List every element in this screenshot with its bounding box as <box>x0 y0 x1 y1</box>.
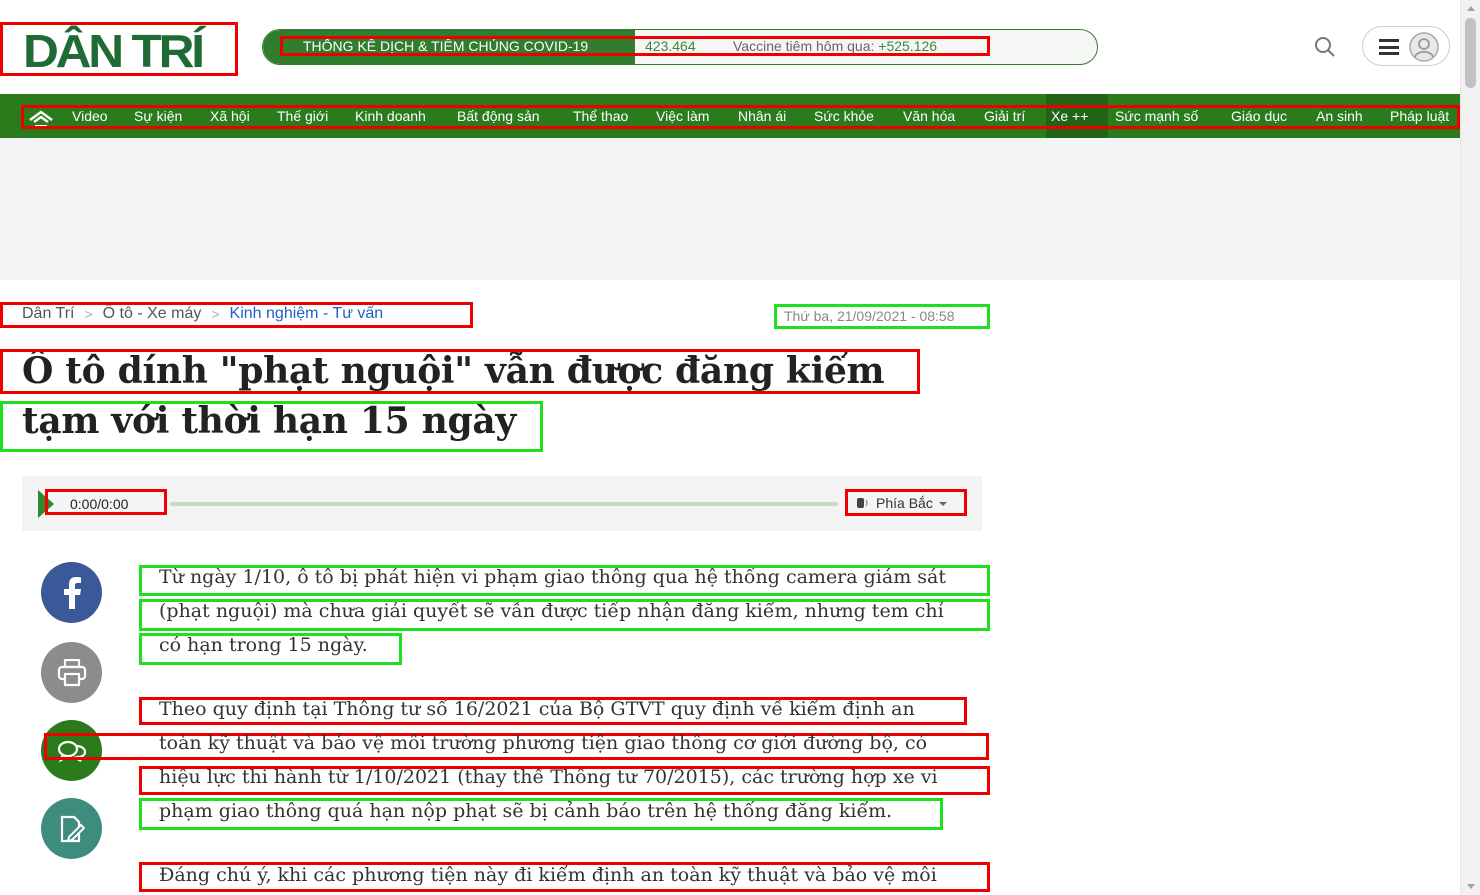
printer-icon <box>57 658 86 686</box>
breadcrumb-highlight-box <box>0 302 473 328</box>
ad-banner-area <box>0 138 1460 280</box>
scroll-up-arrow[interactable] <box>1467 6 1475 11</box>
line-highlight-box <box>139 565 990 596</box>
date-highlight-box <box>774 304 990 329</box>
scroll-thumb[interactable] <box>1465 18 1476 88</box>
print-button[interactable] <box>41 642 102 703</box>
region-highlight-box <box>845 489 967 516</box>
covid-highlight-box <box>280 36 990 56</box>
line-highlight-box <box>139 862 990 892</box>
page: DÂN TRÍ THỐNG KÊ DỊCH & TIÊM CHỦNG COVID… <box>0 0 1480 895</box>
hamburger-icon <box>1379 39 1399 55</box>
nav-highlight-box <box>21 105 1460 129</box>
facebook-share-button[interactable] <box>41 562 102 623</box>
search-icon <box>1315 37 1335 57</box>
logo-link[interactable]: DÂN TRÍ <box>0 22 238 76</box>
search-button[interactable] <box>1312 34 1338 60</box>
user-avatar-icon <box>1409 32 1439 62</box>
edit-note-icon <box>60 815 85 842</box>
line-highlight-box <box>139 599 990 631</box>
line-highlight-box <box>139 697 967 725</box>
site-logo: DÂN TRÍ <box>23 25 205 77</box>
title-highlight-box-1 <box>0 349 920 394</box>
audio-time-highlight-box <box>45 489 167 515</box>
title-highlight-box-2 <box>0 401 543 452</box>
facebook-icon <box>63 576 81 609</box>
line-highlight-box <box>139 798 943 830</box>
line-highlight-box <box>139 633 402 665</box>
audio-progress-track[interactable] <box>170 502 838 506</box>
menu-user-button[interactable] <box>1362 26 1450 66</box>
scroll-down-arrow[interactable] <box>1467 884 1475 889</box>
feedback-button[interactable] <box>41 798 102 859</box>
paragraph-2-line-2: toàn kỹ thuật và bảo vệ môi trường phươn… <box>159 732 928 754</box>
page-scrollbar[interactable] <box>1460 0 1480 895</box>
line-highlight-box <box>139 766 990 795</box>
